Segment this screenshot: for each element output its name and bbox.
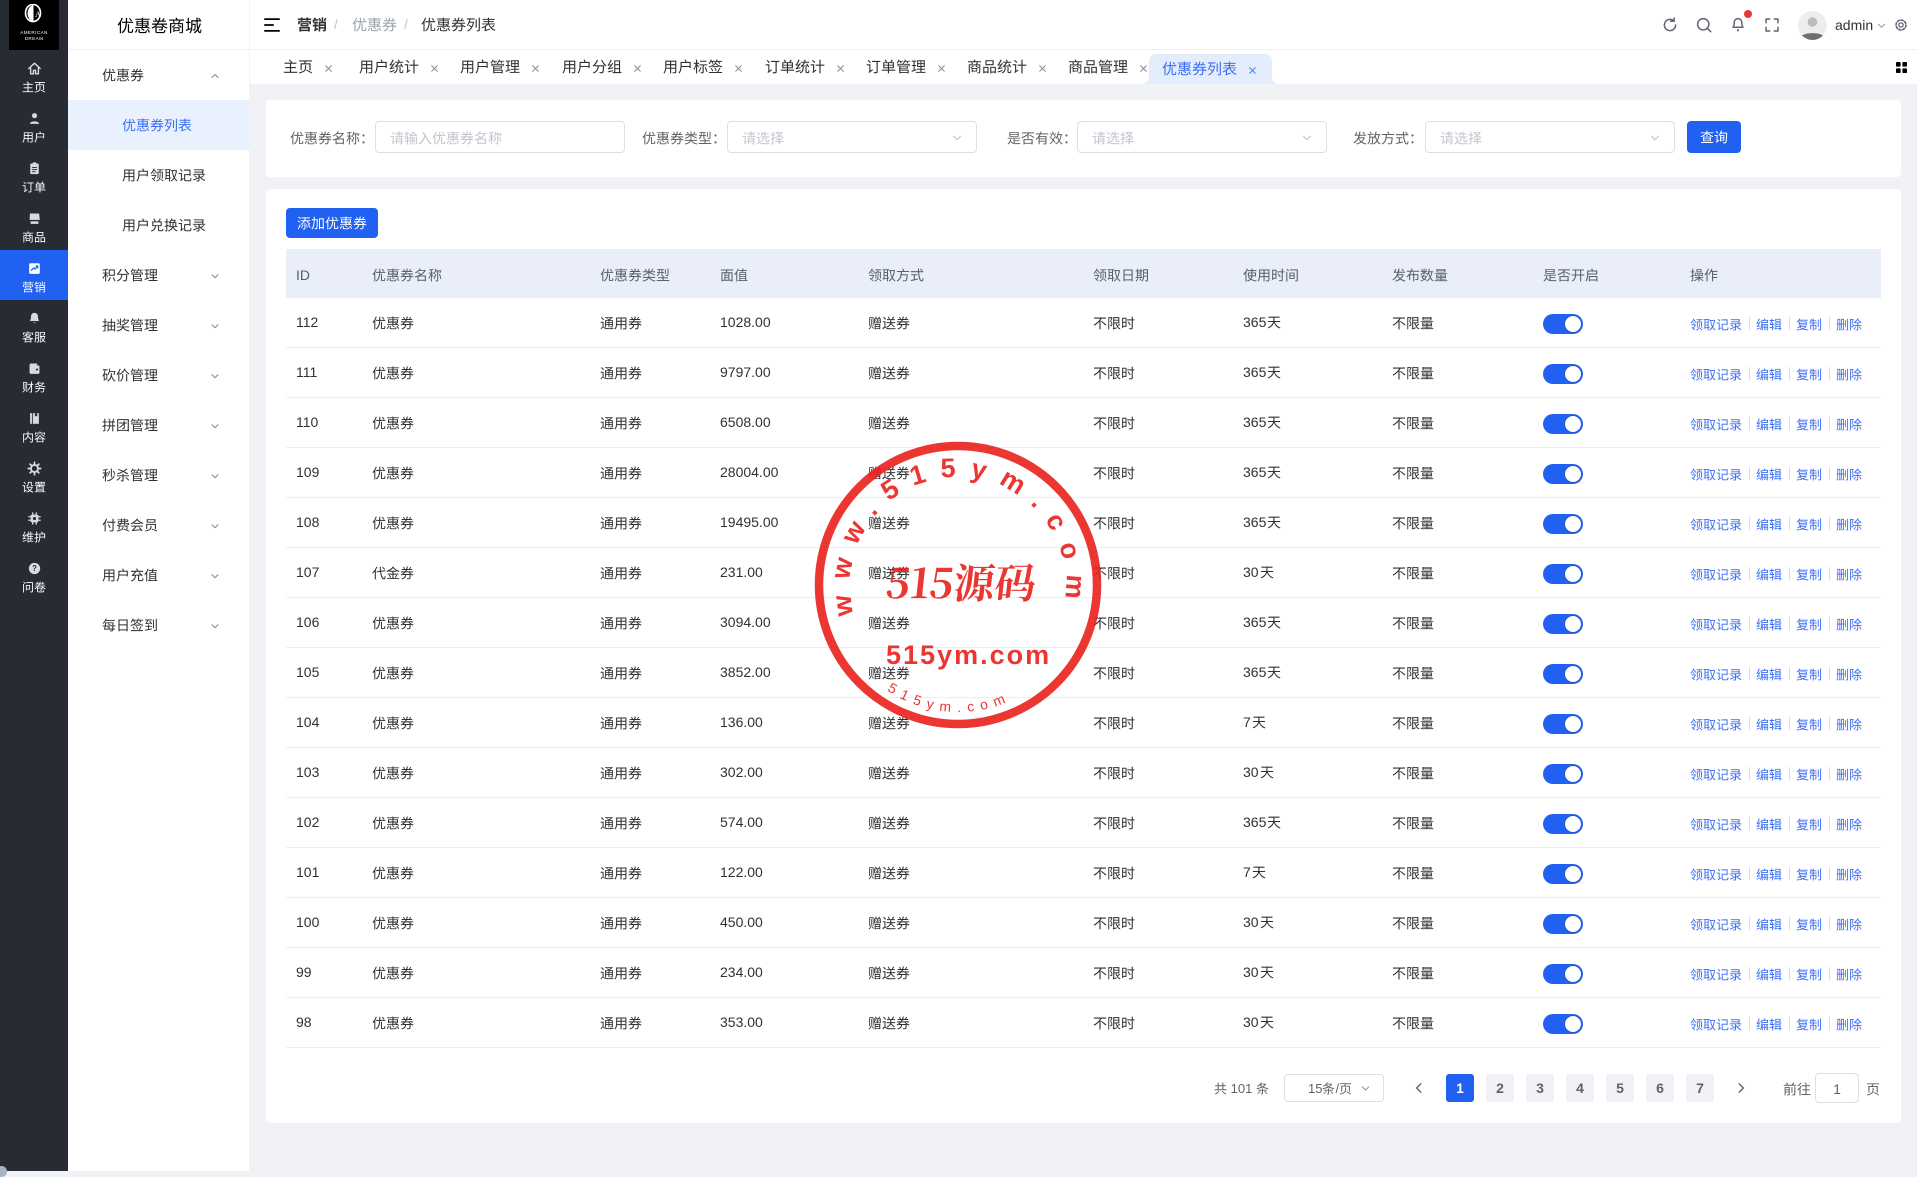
svg-text:?: ?	[32, 564, 37, 573]
svg-text:A: A	[35, 10, 41, 19]
